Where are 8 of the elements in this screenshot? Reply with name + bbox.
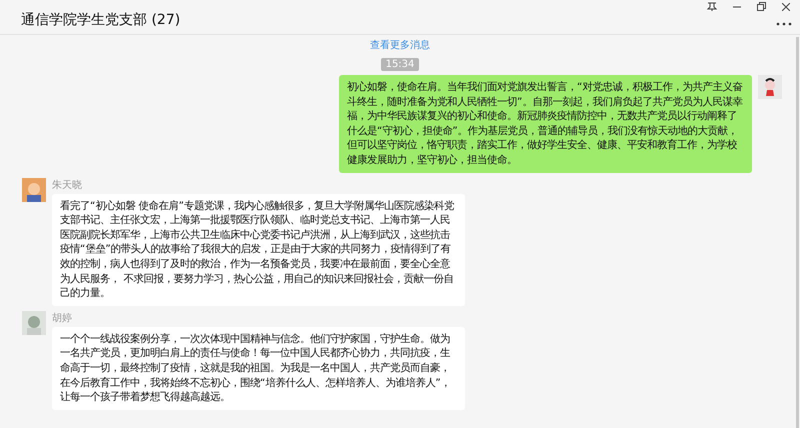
message-bubble: 初心如磐，使命在肩。当年我们面对党旗发出誓言，“对党忠诚，积极工作，为共产主义奋斗终生，随时准备为党和人民牺牲一切”。自那一刻起，我们肩负起了共产党员为人民谋幸福，为中华民族谋复兴的初心和使命。新冠肺炎疫情防控中，无数共产党员以行动阐释了什么是“守初心，担使命”。作为基层党员，普通的辅导员，我们没有惊天动地的大贡献，但可以坚守岗位，恪守职责，踏实工作，做好学生安全、健康、平安和教育工作，为学校健康发展助力，坚守初心，担当使命。 bbox=[339, 75, 752, 173]
sender-name: 朱天晓 bbox=[52, 178, 82, 192]
window-title: 通信学院学生党支部 (27) bbox=[21, 11, 180, 29]
message-bubble: 看完了“初心如磐 使命在肩”专题党课，我内心感触很多，复旦大学附属华山医院感染科党支部书记、主任张文宏，上海第一批援鄂医疗队领队、临时党总支书记、上海市第一人民医院副院长郑军华，上海市公共卫生临床中心党委书记卢洪洲，从上海到武汉，这些抗击疫情“堡垒”的带头人的故事给了我很大的启发，正是由于大家的共同努力，疫情得到了有效的控制，病人也得到了及时的救治，作为一名预备党员，我要冲在最前面，要全心全意为人民服务， 不求回报，要努力学习，热心公益，用自己的知识来回报社会，贡献一份自己的力量。 bbox=[52, 194, 465, 306]
timestamp: 15:34 bbox=[380, 58, 420, 71]
sender-name: 胡婷 bbox=[52, 312, 72, 325]
more-messages-link[interactable]: 查看更多消息 bbox=[370, 38, 430, 52]
message-bubble: 一个个一线战役案例分享，一次次体现中国精神与信念。他们守护家国，守护生命。做为一名共产党员，更加明白肩上的责任与使命！每一位中国人民都齐心协力，共同抗疫，生命高于一切，最终控制了疫情，这就是我的祖国。为我是一名中国人，共产党员而自豪，在今后教育工作中，我将始终不忘初心，围绕“培养什么人、怎样培养人、为谁培养人”，让每一个孩子带着梦想飞得越高越远。 bbox=[52, 326, 465, 410]
